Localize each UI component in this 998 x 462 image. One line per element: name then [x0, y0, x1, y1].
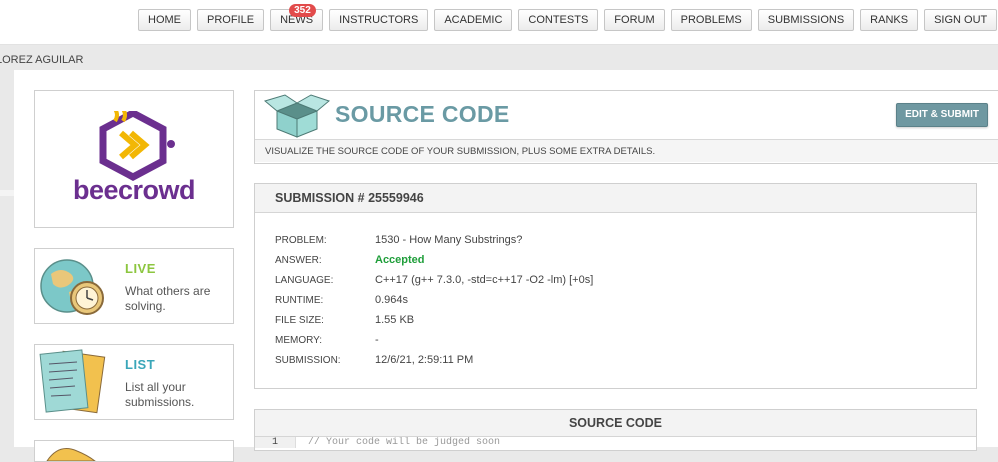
user-name-link[interactable]: LOREZ AGUILAR	[0, 54, 83, 66]
detail-key: PROBLEM:	[275, 235, 327, 246]
sidebar-next-card[interactable]	[34, 440, 234, 462]
list-title: LIST	[125, 357, 156, 372]
top-navigation-bar: HOME PROFILE NEWS 352 INSTRUCTORS ACADEMI…	[0, 0, 998, 45]
detail-key: SUBMISSION:	[275, 355, 341, 366]
detail-key: FILE SIZE:	[275, 315, 324, 326]
detail-key: ANSWER:	[275, 255, 322, 266]
detail-value: -	[375, 334, 379, 346]
nav-submissions-button[interactable]: SUBMISSIONS	[757, 9, 855, 31]
news-count-badge: 352	[289, 4, 316, 17]
detail-value: 12/6/21, 2:59:11 PM	[375, 354, 474, 366]
logo-card[interactable]: beecrowd	[34, 90, 234, 228]
main-content: beecrowd LIVE What others are solving. L…	[14, 70, 998, 462]
submission-details-card: SUBMISSION # 25559946 PROBLEM: 1530 - Ho…	[254, 183, 977, 389]
open-box-icon	[263, 94, 331, 138]
nav-forum-button[interactable]: FORUM	[604, 9, 665, 31]
main-nav: HOME PROFILE NEWS 352 INSTRUCTORS ACADEMI…	[138, 4, 998, 31]
line-number: 1	[255, 437, 296, 448]
nav-sign-out-button[interactable]: SIGN OUT	[924, 9, 998, 31]
detail-value: C++17 (g++ 7.3.0, -std=c++17 -O2 -lm) [+…	[375, 274, 594, 286]
code-line[interactable]: 1 // Your code will be judged soon	[255, 437, 976, 449]
page-title: SOURCE CODE	[335, 101, 510, 127]
logo-text: beecrowd	[72, 175, 196, 205]
sidebar-list-card[interactable]: LIST List all your submissions.	[34, 344, 234, 420]
source-code-header: SOURCE CODE EDIT & SUBMIT VISUALIZE THE …	[254, 90, 998, 164]
list-description: List all your submissions.	[125, 380, 195, 409]
nav-profile-button[interactable]: PROFILE	[197, 9, 265, 31]
answer-status: Accepted	[375, 254, 425, 266]
globe-clock-icon	[40, 259, 104, 315]
source-code-card: SOURCE CODE 1 // Your code will be judge…	[254, 409, 977, 451]
nav-ranks-button[interactable]: RANKS	[860, 9, 919, 31]
source-code-heading: SOURCE CODE	[255, 410, 976, 437]
live-description: What others are solving.	[125, 284, 211, 313]
background-pattern	[0, 190, 14, 196]
code-text: // Your code will be judged soon	[308, 437, 501, 448]
papers-icon	[39, 349, 106, 414]
detail-value: 1.55 KB	[375, 314, 415, 326]
beecrowd-logo-icon	[99, 111, 175, 181]
detail-key: LANGUAGE:	[275, 275, 334, 286]
submission-heading: SUBMISSION # 25559946	[255, 184, 976, 213]
partial-icon	[46, 448, 96, 461]
nav-instructors-button[interactable]: INSTRUCTORS	[329, 9, 429, 31]
sidebar-live-card[interactable]: LIVE What others are solving.	[34, 248, 234, 324]
detail-value: 0.964s	[375, 294, 409, 306]
problem-link[interactable]: 1530 - How Many Substrings?	[375, 234, 522, 246]
nav-academic-button[interactable]: ACADEMIC	[434, 9, 513, 31]
nav-news-button[interactable]: NEWS 352	[270, 4, 324, 31]
nav-home-button[interactable]: HOME	[138, 9, 191, 31]
nav-contests-button[interactable]: CONTESTS	[518, 9, 599, 31]
page-subtitle: VISUALIZE THE SOURCE CODE OF YOUR SUBMIS…	[255, 139, 998, 162]
live-title: LIVE	[125, 261, 156, 276]
nav-problems-button[interactable]: PROBLEMS	[670, 9, 752, 31]
detail-key: RUNTIME:	[275, 295, 324, 306]
edit-and-submit-button[interactable]: EDIT & SUBMIT	[896, 103, 988, 127]
detail-key: MEMORY:	[275, 335, 323, 346]
